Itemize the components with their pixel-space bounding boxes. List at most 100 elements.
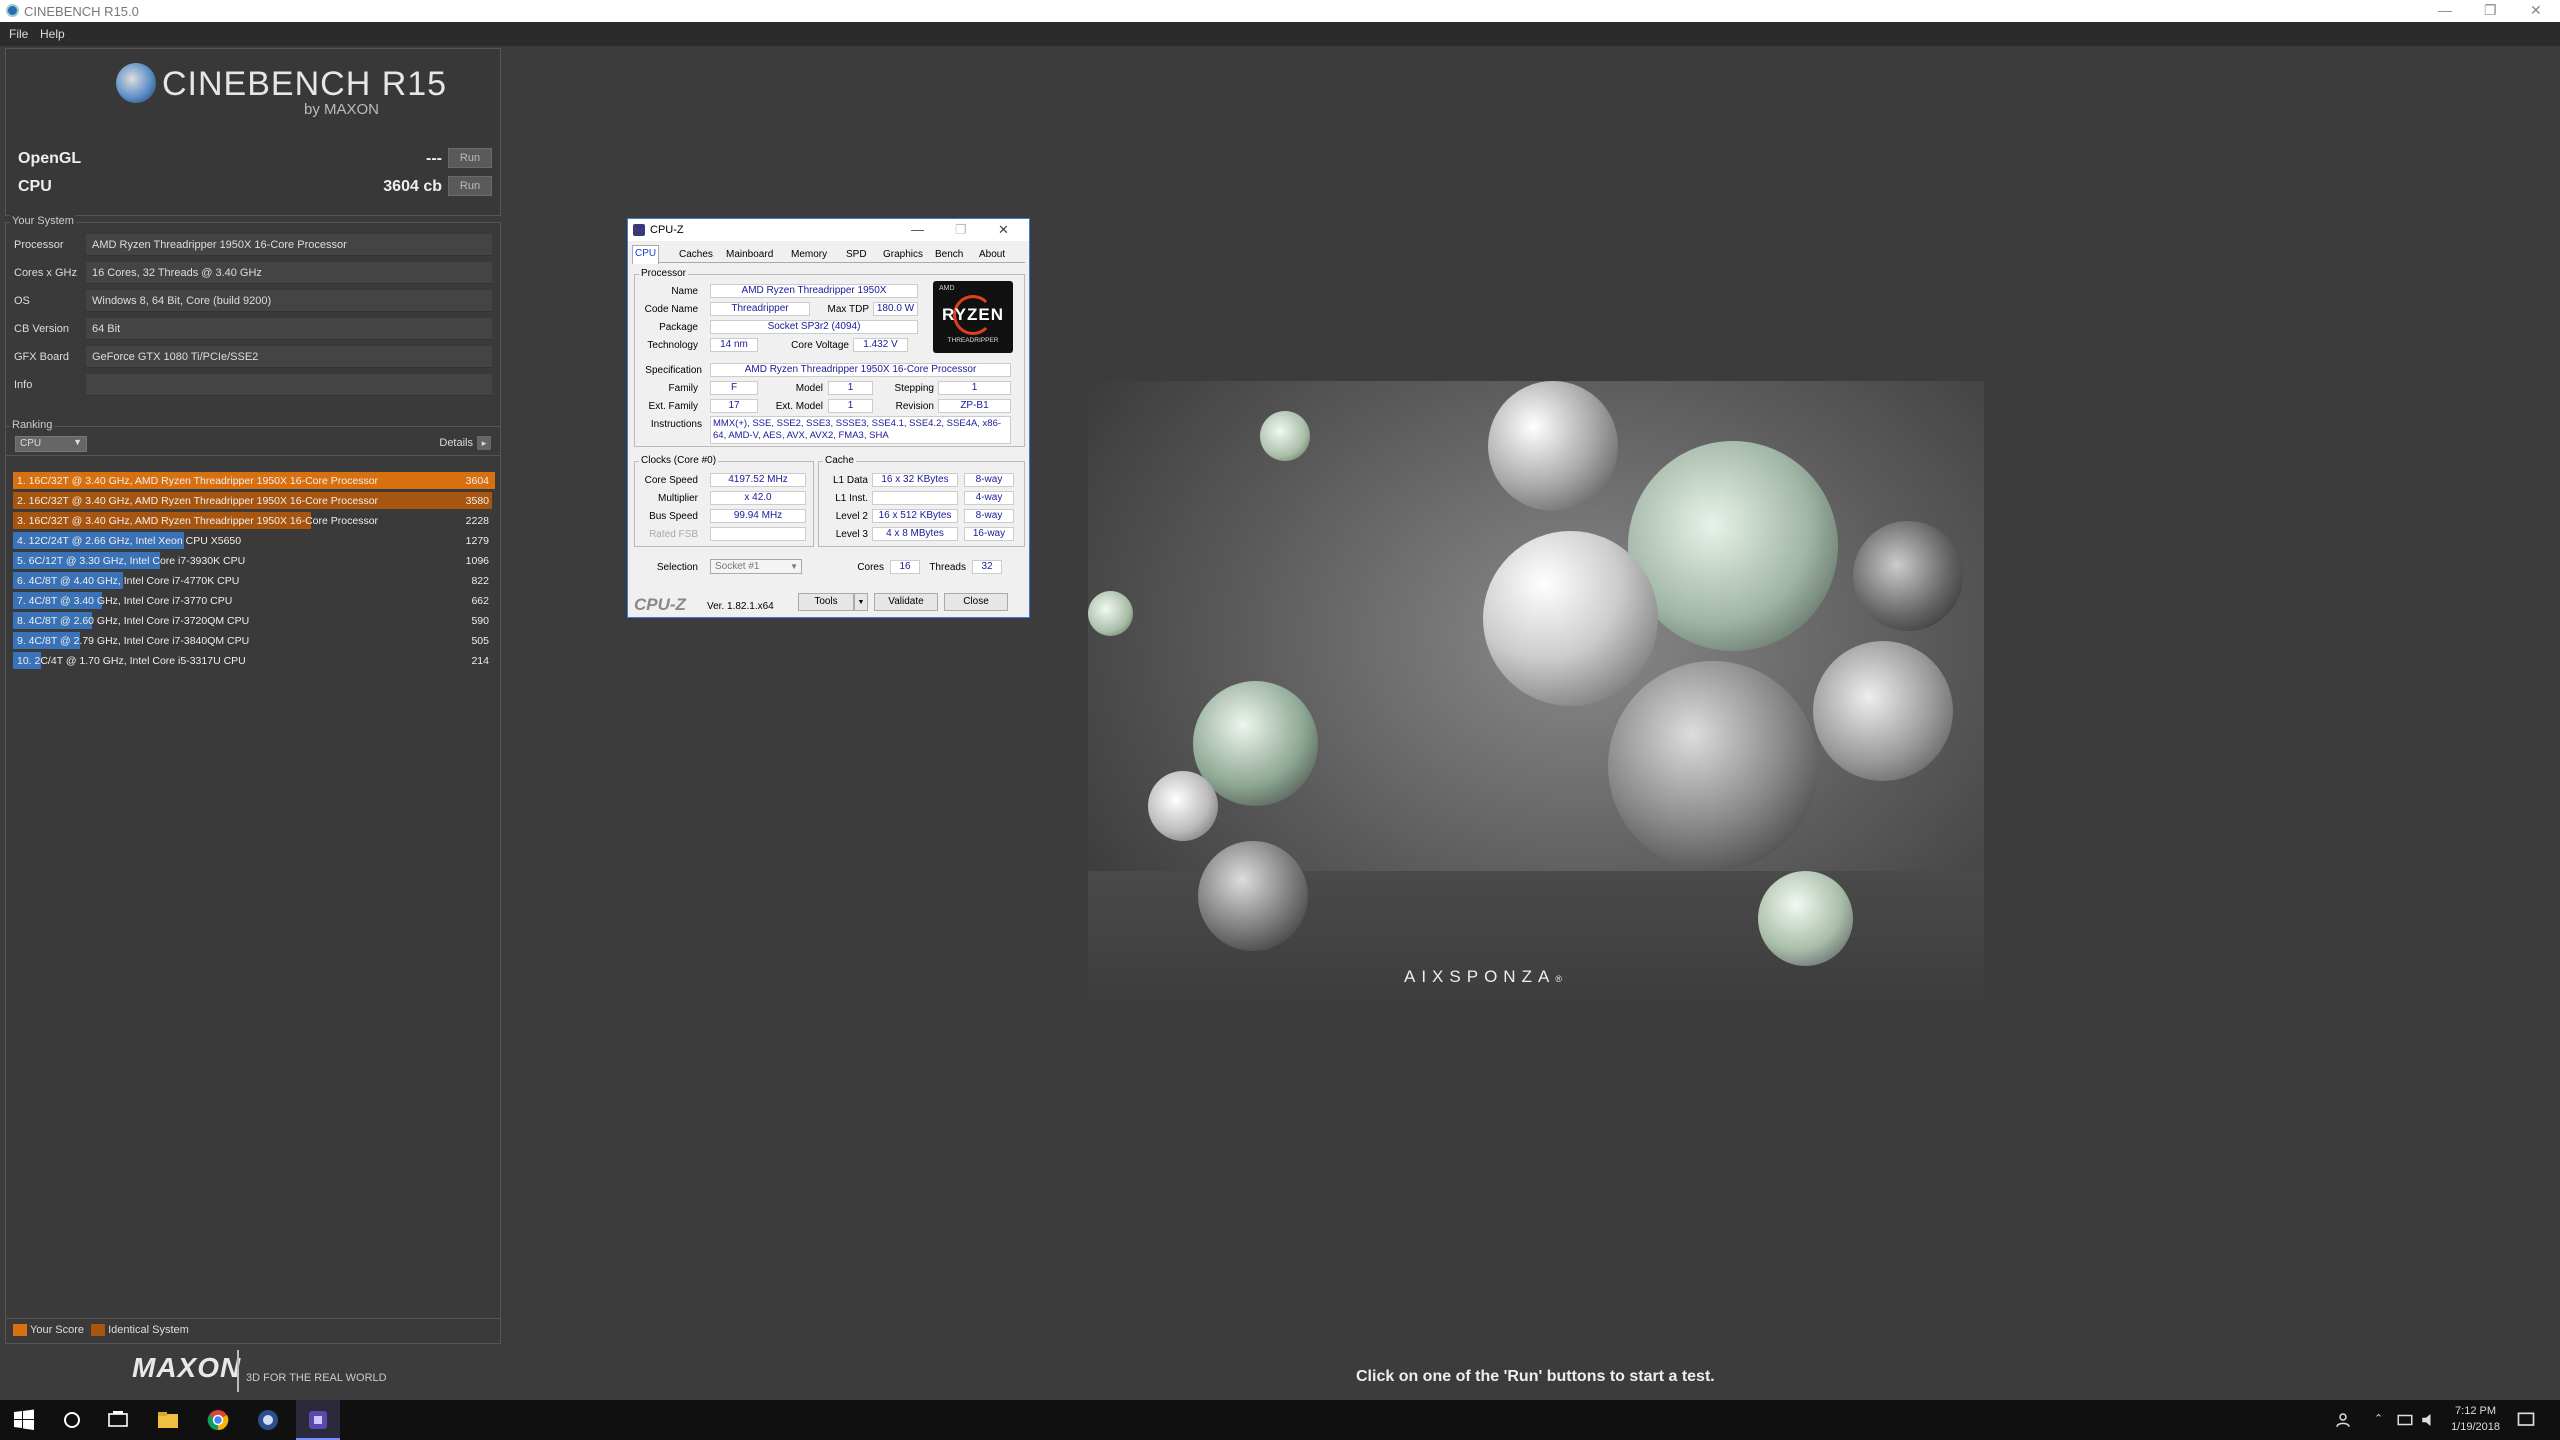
- minimize-button[interactable]: —: [2438, 2, 2452, 18]
- render-brand-mark: ®: [1555, 974, 1568, 984]
- ornament-ball: [1488, 381, 1618, 511]
- cpuz-title: CPU-Z: [650, 224, 684, 236]
- info-input[interactable]: [86, 374, 492, 396]
- chevron-down-icon: ▼: [857, 599, 865, 606]
- your-system-section: Your System Processor AMD Ryzen Threadrip…: [5, 215, 501, 456]
- clocks-group-title: Clocks (Core #0): [639, 455, 719, 466]
- cpuz-restore-button[interactable]: ❐: [955, 222, 967, 238]
- cpuz-window: CPU-Z — ❐ ✕ CPU Caches Mainboard Memory …: [627, 218, 1030, 618]
- ornament-ball: [1758, 871, 1853, 966]
- task-view-icon[interactable]: [106, 1408, 130, 1432]
- cpuz-logo: CPU-Z: [634, 595, 686, 614]
- network-icon[interactable]: [2396, 1408, 2414, 1432]
- tools-label: Tools: [814, 596, 838, 607]
- socket-select-value: Socket #1: [715, 561, 760, 572]
- opengl-label: OpenGL: [18, 150, 82, 167]
- logo-title: CINEBENCH R15: [162, 65, 448, 103]
- cpuz-minimize-button[interactable]: —: [911, 222, 924, 237]
- status-message: Click on one of the 'Run' buttons to sta…: [1356, 1368, 1715, 1385]
- rated-fsb-value: [710, 527, 806, 541]
- cache-level-label: L1 Data: [832, 475, 868, 486]
- stepping-label: Stepping: [894, 383, 934, 394]
- cpuz-taskbar-item[interactable]: [296, 1400, 340, 1440]
- validate-button[interactable]: Validate: [874, 593, 938, 611]
- system-value: 64 Bit: [86, 318, 492, 340]
- ranking-row[interactable]: 1. 16C/32T @ 3.40 GHz, AMD Ryzen Threadr…: [13, 472, 495, 489]
- details-button[interactable]: Details ▸: [439, 436, 491, 450]
- tools-dropdown-button[interactable]: ▼: [854, 593, 868, 611]
- ornament-ball: [1483, 531, 1658, 706]
- tab-cpu[interactable]: CPU: [632, 245, 660, 264]
- core-speed-value: 4197.52 MHz: [710, 473, 806, 487]
- menu-file[interactable]: File: [9, 27, 28, 41]
- cpuz-version: Ver. 1.82.1.x64: [707, 601, 774, 612]
- restore-button[interactable]: ❐: [2484, 2, 2497, 19]
- cpuz-close-dialog-button[interactable]: Close: [944, 593, 1008, 611]
- system-row: OS Windows 8, 64 Bit, Core (build 9200): [10, 289, 496, 313]
- file-explorer-icon[interactable]: [156, 1408, 180, 1432]
- system-key: Info: [14, 379, 33, 391]
- opengl-score: ---: [426, 150, 442, 167]
- notification-icon[interactable]: [2516, 1408, 2536, 1432]
- stepping-value: 1: [938, 381, 1011, 395]
- ranking-row-score: 505: [471, 635, 489, 647]
- cache-assoc-value: 8-way: [964, 473, 1014, 487]
- ranking-row-label: 4. 12C/24T @ 2.66 GHz, Intel Xeon CPU X5…: [17, 535, 242, 547]
- core-speed-label: Core Speed: [644, 475, 698, 486]
- taskbar-clock[interactable]: 7:12 PM 1/19/2018: [2451, 1403, 2500, 1435]
- tab-graphics[interactable]: Graphics: [881, 247, 925, 263]
- search-icon[interactable]: [60, 1408, 84, 1432]
- specification-label: Specification: [645, 365, 702, 376]
- ranking-row-score: 822: [471, 575, 489, 587]
- socket-select[interactable]: Socket #1 ▼: [710, 559, 802, 574]
- chevron-down-icon: ▼: [790, 562, 798, 571]
- menu-help[interactable]: Help: [40, 27, 65, 41]
- ranking-row[interactable]: 5. 6C/12T @ 3.30 GHz, Intel Core i7-3930…: [13, 552, 495, 569]
- chevron-up-icon[interactable]: ⌃: [2374, 1412, 2383, 1425]
- ranking-row-label: 2. 16C/32T @ 3.40 GHz, AMD Ryzen Threadr…: [17, 495, 379, 507]
- tab-about[interactable]: About: [977, 247, 1007, 263]
- cache-size-value: 16 x 32 KBytes: [872, 473, 958, 487]
- render-preview: AIXSPONZA®: [1088, 381, 1984, 1021]
- opengl-run-button[interactable]: Run: [448, 148, 492, 168]
- tab-spd[interactable]: SPD: [844, 247, 869, 263]
- ornament-ball: [1628, 441, 1838, 651]
- system-value: GeForce GTX 1080 Ti/PCIe/SSE2: [86, 346, 492, 368]
- ranking-row[interactable]: 7. 4C/8T @ 3.40 GHz, Intel Core i7-3770 …: [13, 592, 495, 609]
- system-key: CB Version: [14, 323, 70, 335]
- cpu-row: CPU 3604 cb Run: [14, 175, 494, 199]
- tdp-label: Max TDP: [827, 304, 870, 315]
- ranking-row[interactable]: 6. 4C/8T @ 4.40 GHz, Intel Core i7-4770K…: [13, 572, 495, 589]
- ranking-row[interactable]: 4. 12C/24T @ 2.66 GHz, Intel Xeon CPU X5…: [13, 532, 495, 549]
- processor-group-title: Processor: [639, 268, 689, 279]
- ranking-row[interactable]: 8. 4C/8T @ 2.60 GHz, Intel Core i7-3720Q…: [13, 612, 495, 629]
- people-icon[interactable]: [2334, 1408, 2352, 1432]
- bus-speed-label: Bus Speed: [649, 511, 698, 522]
- ranking-row-label: 6. 4C/8T @ 4.40 GHz, Intel Core i7-4770K…: [17, 575, 240, 587]
- cpuz-tabs: CPU Caches Mainboard Memory SPD Graphics…: [632, 245, 1025, 264]
- chrome-icon[interactable]: [206, 1408, 230, 1432]
- ranking-row[interactable]: 2. 16C/32T @ 3.40 GHz, AMD Ryzen Threadr…: [13, 492, 495, 509]
- cpu-run-button[interactable]: Run: [448, 176, 492, 196]
- chevron-down-icon: ▼: [73, 437, 82, 447]
- cinebench-taskbar-icon[interactable]: [256, 1408, 280, 1432]
- tools-button[interactable]: Tools: [798, 593, 854, 611]
- cache-group-title: Cache: [823, 455, 856, 466]
- windows-start-icon[interactable]: [12, 1408, 36, 1432]
- cache-level-label: Level 3: [835, 529, 868, 540]
- tab-bench[interactable]: Bench: [933, 247, 965, 263]
- logo-benchmark-box: CINEBENCH R15 by MAXON OpenGL --- Run CP…: [5, 48, 501, 216]
- ranking-row[interactable]: 3. 16C/32T @ 3.40 GHz, AMD Ryzen Threadr…: [13, 512, 495, 529]
- close-button[interactable]: ✕: [2530, 2, 2542, 19]
- tab-caches[interactable]: Caches: [677, 247, 715, 263]
- cpuz-close-button[interactable]: ✕: [998, 222, 1009, 238]
- ornament-ball: [1088, 591, 1133, 636]
- ranking-row[interactable]: 10. 2C/4T @ 1.70 GHz, Intel Core i5-3317…: [13, 652, 495, 669]
- tab-mainboard[interactable]: Mainboard: [724, 247, 775, 263]
- tab-memory[interactable]: Memory: [789, 247, 829, 263]
- render-brand: AIXSPONZA®: [1404, 967, 1568, 987]
- ranking-row[interactable]: 9. 4C/8T @ 2.79 GHz, Intel Core i7-3840Q…: [13, 632, 495, 649]
- volume-icon[interactable]: [2420, 1408, 2438, 1432]
- ranking-dropdown[interactable]: CPU ▼: [15, 436, 87, 452]
- ranking-row-label: 9. 4C/8T @ 2.79 GHz, Intel Core i7-3840Q…: [17, 635, 250, 647]
